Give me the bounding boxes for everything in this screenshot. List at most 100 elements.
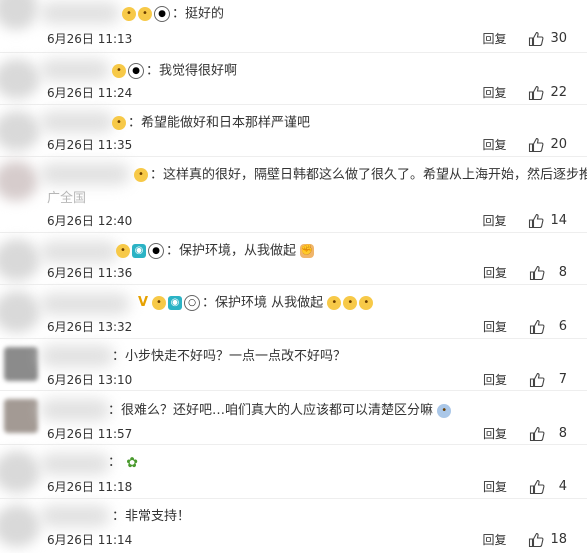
comment-time: 6月26日 11:35: [47, 138, 133, 152]
comment-item: • ● ：我觉得很好啊 6月26日 11:24 回复 22: [0, 52, 587, 105]
comment-item: • • ● ：挺好的 6月26日 11:13 回复 30: [0, 0, 587, 52]
reply-button[interactable]: 回复: [482, 531, 506, 548]
username[interactable]: [40, 505, 110, 527]
avatar[interactable]: [0, 505, 40, 547]
reply-button[interactable]: 回复: [483, 371, 507, 388]
fist-emoji-icon: ✊: [300, 244, 315, 258]
emoji-group: •: [112, 113, 128, 133]
comment-time: 6月26日 11:18: [47, 480, 133, 494]
avatar[interactable]: [0, 0, 38, 30]
avatar[interactable]: [0, 239, 40, 281]
emoji-icon: •: [122, 6, 136, 21]
emoji-group: V • ◉ ○: [136, 293, 202, 313]
comment-item: ：非常支持！ 6月26日 11:14 回复 18: [0, 498, 587, 553]
emoji-group: • ◉ ●: [116, 241, 166, 261]
panda-emoji-icon: ●: [154, 5, 170, 22]
comment-time: 6月26日 11:36: [47, 266, 133, 280]
comment-time: 6月26日 13:10: [47, 373, 133, 387]
leaf-emoji-icon: ✿: [126, 454, 139, 471]
emoji-group: • ●: [112, 61, 146, 81]
panda-emoji-icon: ●: [128, 62, 144, 79]
like-count: 8: [558, 426, 567, 441]
comment-item: ：很难么？还好吧…咱们真大的人应该都可以清楚区分嘛 • 6月26日 11:57 …: [0, 390, 587, 445]
comment-text: ：希望能做好和日本那样严谨吧: [128, 115, 311, 131]
username[interactable]: [40, 2, 120, 24]
comment-text: ：非常支持！: [112, 509, 191, 524]
comment-time: 6月26日 12:40: [47, 214, 133, 228]
thumbs-up-icon[interactable]: [529, 265, 545, 281]
comment-time: 6月26日 11:57: [47, 427, 133, 441]
thumbs-up-icon[interactable]: [528, 31, 544, 47]
comment-item: • ：这样真的很好，隔壁日韩都这么做了很久了。希望从上海开始，然后逐步推 广全国…: [0, 156, 587, 233]
avatar[interactable]: [0, 111, 40, 151]
avatar[interactable]: [4, 399, 38, 433]
thumbs-up-icon[interactable]: [528, 85, 544, 101]
comment-item: V • ◉ ○ ：保护环境 从我做起 • • • 6月26日 13:32 回复 6: [0, 284, 587, 339]
comment-text: ：很难么？还好吧…咱们真大的人应该都可以清楚区分嘛: [108, 403, 434, 418]
emoji-icon: •: [437, 403, 452, 418]
thumbs-up-icon[interactable]: [528, 137, 544, 153]
comment-time: 6月26日 11:14: [47, 533, 133, 547]
emoji-group: •: [134, 165, 150, 185]
emoji-icon: •: [112, 63, 126, 78]
reply-button[interactable]: 回复: [483, 264, 507, 281]
like-count: 7: [558, 372, 567, 387]
thumbs-up-icon[interactable]: [528, 532, 544, 548]
emoji-icon: •: [343, 296, 358, 310]
thumbs-up-icon[interactable]: [529, 479, 545, 495]
comment-time: 6月26日 11:13: [47, 32, 133, 46]
username[interactable]: [40, 163, 130, 185]
comment-text: ：挺好的: [172, 6, 225, 22]
avatar[interactable]: [4, 347, 38, 381]
username[interactable]: [40, 241, 118, 263]
v-badge-icon: V: [137, 294, 149, 310]
thumbs-up-icon[interactable]: [529, 319, 545, 335]
like-count: 4: [558, 479, 567, 494]
comment-time: 6月26日 13:32: [47, 320, 133, 334]
comment-text: ：: [108, 455, 122, 470]
emoji-icon: •: [112, 115, 126, 130]
reply-button[interactable]: 回复: [483, 425, 507, 442]
avatar[interactable]: [0, 451, 40, 493]
reply-button[interactable]: 回复: [482, 30, 506, 47]
like-count: 8: [558, 265, 567, 280]
username[interactable]: [40, 111, 114, 133]
reply-button[interactable]: 回复: [483, 318, 507, 335]
comment-item: ： ✿ 6月26日 11:18 回复 4: [0, 444, 587, 499]
camera-emoji-icon: ◉: [168, 295, 182, 310]
reply-button[interactable]: 回复: [482, 84, 506, 101]
thumbs-up-icon[interactable]: [529, 426, 545, 442]
comment-text: ：保护环境，从我做起: [166, 243, 297, 259]
avatar[interactable]: [0, 59, 40, 99]
comment-feed: • • ● ：挺好的 6月26日 11:13 回复 30 • ● ：我觉得很好啊 6月…: [0, 0, 587, 552]
comment-time: 6月26日 11:24: [47, 86, 133, 100]
comment-text-continued: 广全国: [47, 191, 87, 206]
comment-text: ：这样真的很好，隔壁日韩都这么做了很久了。希望从上海开始，然后逐步推: [150, 167, 587, 183]
like-count: 6: [558, 319, 567, 334]
emoji-icon: •: [152, 295, 166, 310]
username[interactable]: [40, 293, 130, 315]
avatar[interactable]: [0, 291, 40, 333]
camera-emoji-icon: ◉: [132, 243, 146, 258]
avatar[interactable]: [0, 161, 38, 201]
like-count: 20: [550, 137, 567, 152]
username[interactable]: [40, 59, 110, 81]
like-count: 22: [550, 85, 567, 100]
reply-button[interactable]: 回复: [482, 136, 506, 153]
username[interactable]: [40, 399, 110, 421]
panda-emoji-icon: ●: [148, 242, 164, 259]
thumbs-up-icon[interactable]: [529, 372, 545, 388]
like-count: 14: [550, 213, 567, 228]
emoji-icon: •: [134, 167, 148, 182]
comment-item: • ◉ ● ：保护环境，从我做起 ✊ 6月26日 11:36 回复 8: [0, 232, 587, 285]
reply-button[interactable]: 回复: [482, 212, 506, 229]
comment-text: ：我觉得很好啊: [146, 63, 238, 79]
comment-item: ：小步快走不好吗？一点一点改不好吗？ 6月26日 13:10 回复 7: [0, 338, 587, 391]
emoji-icon: •: [138, 6, 152, 21]
username[interactable]: [40, 453, 110, 475]
reply-button[interactable]: 回复: [483, 478, 507, 495]
like-count: 30: [550, 31, 567, 46]
emoji-icon: •: [327, 296, 342, 310]
thumbs-up-icon[interactable]: [528, 213, 544, 229]
username[interactable]: [40, 345, 114, 367]
